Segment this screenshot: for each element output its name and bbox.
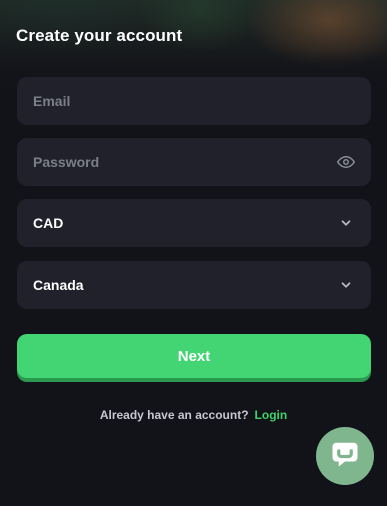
- country-select[interactable]: Canada: [17, 261, 371, 309]
- login-link[interactable]: Login: [255, 408, 288, 422]
- chevron-down-icon: [337, 276, 355, 294]
- page-title: Create your account: [16, 26, 183, 45]
- chat-button[interactable]: [316, 427, 374, 485]
- login-question: Already have an account?: [99, 408, 249, 422]
- currency-select[interactable]: CAD: [17, 199, 371, 247]
- chevron-down-icon: [337, 214, 355, 232]
- chat-bubble-icon: [330, 439, 360, 474]
- password-field[interactable]: [17, 138, 371, 186]
- eye-icon[interactable]: [337, 153, 355, 171]
- email-field[interactable]: [17, 77, 371, 125]
- country-value: Canada: [33, 277, 84, 293]
- email-input[interactable]: [33, 93, 313, 109]
- currency-value: CAD: [33, 215, 64, 231]
- password-input[interactable]: [33, 154, 313, 170]
- signup-panel: Create your account CAD Canada Next: [0, 0, 387, 506]
- login-prompt: Already have an account? Login: [0, 408, 387, 422]
- next-button[interactable]: Next: [17, 334, 371, 378]
